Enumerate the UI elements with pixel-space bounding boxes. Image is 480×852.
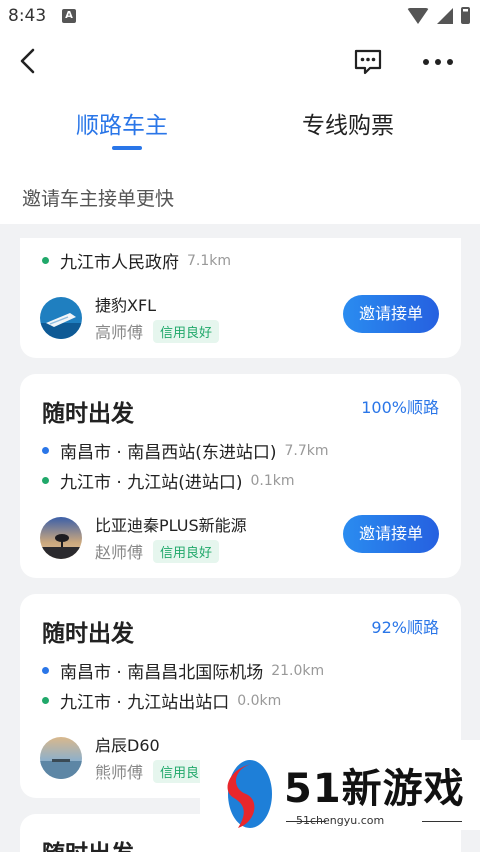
system-icons (407, 7, 470, 24)
chat-bubble-icon (354, 49, 382, 75)
active-tab-indicator (112, 146, 142, 150)
driver-name: 熊师傅 (95, 763, 144, 782)
invite-button[interactable]: 邀请接单 (343, 515, 439, 553)
more-button[interactable] (420, 48, 456, 76)
status-time: 8:43 (8, 6, 47, 26)
stop-distance: 0.1km (250, 472, 295, 489)
status-bar: 8:43 A (0, 0, 480, 34)
stop-origin: 南昌市 · 南昌西站(东进站口) 7.7km (42, 438, 329, 463)
driver-name: 高师傅 (95, 323, 144, 342)
brand-name: 51新游戏 (284, 766, 465, 812)
stop-distance: 0.0km (237, 692, 282, 709)
stop-place: 九江市人民政府 (60, 253, 179, 273)
origin-dot-icon (42, 447, 49, 454)
stop-destination: 九江市人民政府 7.1km (42, 248, 231, 273)
stop-place: 九江市 · 九江站(进站口) (60, 473, 243, 493)
credit-badge: 信用良好 (153, 319, 220, 343)
departure-title: 随时出发 (42, 834, 134, 852)
tab-line-ticket[interactable]: 专线购票 (302, 106, 394, 140)
car-model: 启辰D60 (95, 736, 160, 755)
driver-card[interactable]: 随时出发 100%顺路 南昌市 · 南昌西站(东进站口) 7.7km 九江市 ·… (20, 374, 461, 578)
divider (422, 821, 462, 822)
sunset-tree-avatar (40, 516, 82, 559)
more-dots-icon (423, 59, 453, 65)
stop-distance: 7.1km (187, 252, 232, 269)
stop-distance: 7.7km (284, 442, 329, 459)
driver-info: 启辰D60 熊师傅 信用良 (40, 732, 207, 783)
driver-card[interactable]: 九江市人民政府 7.1km 捷豹XFL 高师傅 信用良好 邀请接单 (20, 238, 461, 358)
route-match: 92%顺路 (371, 618, 439, 637)
stop-place: 九江市 · 九江站出站口 (60, 693, 230, 713)
stop-place: 南昌市 · 南昌昌北国际机场 (60, 663, 264, 683)
invite-button[interactable]: 邀请接单 (343, 295, 439, 333)
message-button[interactable] (352, 46, 384, 78)
section-subtitle: 邀请车主接单更快 (22, 188, 175, 210)
driver-info: 捷豹XFL 高师傅 信用良好 (40, 292, 220, 343)
watermark-logo: 51新游戏 51chengyu.com (200, 740, 480, 830)
driver-info: 比亚迪秦PLUS新能源 赵师傅 信用良好 (40, 512, 247, 563)
tab-shunlu-driver[interactable]: 顺路车主 (76, 106, 168, 140)
credit-badge: 信用良好 (153, 539, 220, 563)
driver-name: 赵师傅 (95, 543, 144, 562)
origin-dot-icon (42, 667, 49, 674)
beach-avatar (40, 736, 82, 779)
chevron-left-icon (20, 48, 35, 74)
battery-icon (461, 7, 470, 24)
car-model: 比亚迪秦PLUS新能源 (95, 516, 247, 535)
stop-destination: 九江市 · 九江站出站口 0.0km (42, 688, 281, 713)
brand-url: 51chengyu.com (296, 814, 385, 827)
departure-title: 随时出发 (42, 621, 134, 647)
departure-title: 随时出发 (42, 401, 134, 427)
destination-dot-icon (42, 257, 49, 264)
stop-place: 南昌市 · 南昌西站(东进站口) (60, 443, 277, 463)
stop-distance: 21.0km (271, 662, 325, 679)
destination-dot-icon (42, 477, 49, 484)
wifi-icon (407, 7, 429, 24)
route-match: 100%顺路 (361, 398, 439, 417)
credit-badge: 信用良 (153, 759, 207, 783)
destination-dot-icon (42, 697, 49, 704)
stop-destination: 九江市 · 九江站(进站口) 0.1km (42, 468, 295, 493)
signal-icon (437, 7, 453, 24)
yacht-photo-avatar (40, 296, 82, 339)
car-model: 捷豹XFL (95, 296, 157, 315)
header: 顺路车主 专线购票 邀请车主接单更快 (0, 34, 480, 224)
back-button[interactable] (14, 46, 44, 76)
stop-origin: 南昌市 · 南昌昌北国际机场 21.0km (42, 658, 324, 683)
brand-logo-icon (227, 760, 272, 828)
notification-icon: A (62, 9, 76, 23)
